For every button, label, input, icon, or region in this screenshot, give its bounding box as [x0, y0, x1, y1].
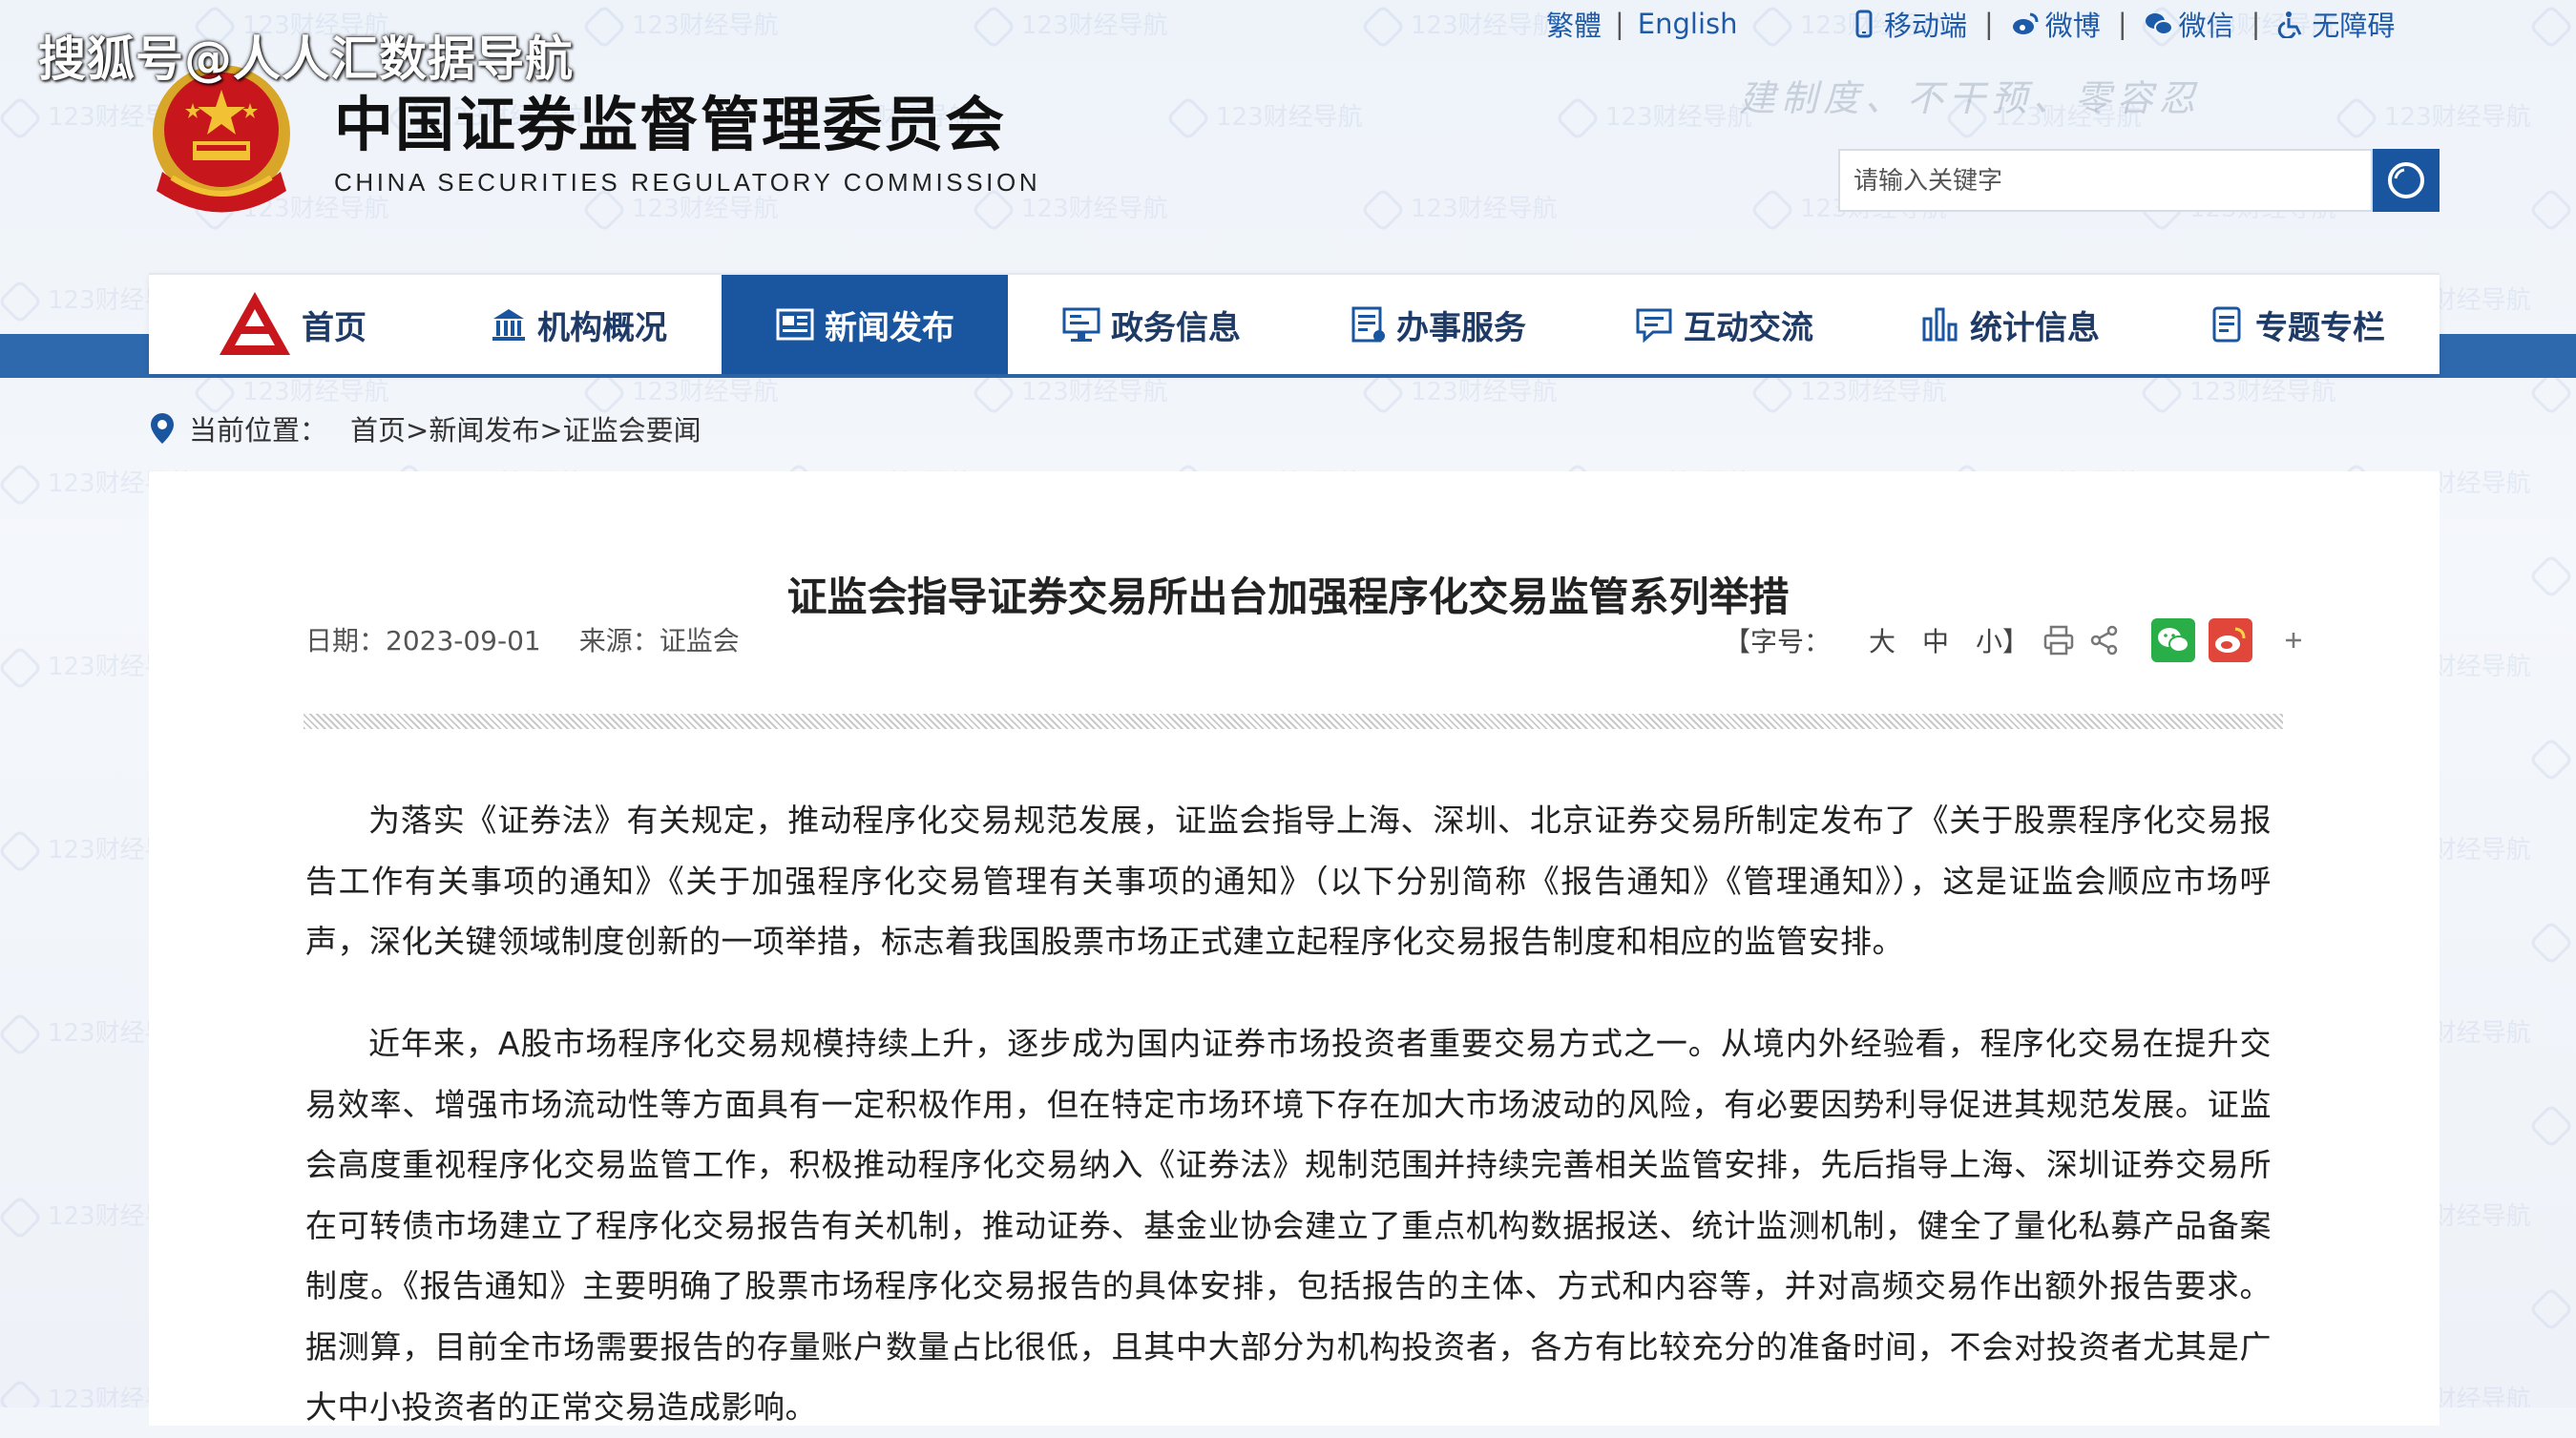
breadcrumb-path[interactable]: 首页>新闻发布>证监会要闻: [350, 408, 702, 448]
nav-item-label: 新闻发布: [825, 308, 954, 347]
nav-item-label: 政务信息: [1111, 308, 1241, 347]
share-weibo-button[interactable]: [2209, 618, 2253, 662]
wechat-share-icon: [2158, 628, 2190, 653]
utility-separator: |: [2117, 8, 2127, 40]
title-divider: [304, 714, 2283, 729]
wechat-link[interactable]: 微信: [2145, 4, 2234, 44]
nav-item-label: 统计信息: [1970, 308, 2100, 347]
font-size-label: 【字号：: [1724, 626, 1832, 657]
accessibility-link[interactable]: 无障碍: [2277, 4, 2395, 44]
mobile-icon: [1855, 10, 1873, 38]
nav-item-label: 首页: [302, 308, 367, 347]
nav-item-statistics[interactable]: 统计信息: [1867, 275, 2153, 374]
mobile-link-label: 移动端: [1884, 10, 1968, 42]
nav-item-interaction[interactable]: 互动交流: [1581, 275, 1867, 374]
slogan: 建制度、不干预、零容忍: [1739, 77, 2202, 119]
building-icon: [492, 309, 525, 341]
source-watermark: 搜狐号@人人汇数据导航: [38, 31, 574, 87]
nav-item-label: 机构概况: [537, 308, 667, 347]
weibo-link-label: 微博: [2044, 10, 2101, 42]
article-tools: 【字号： 大 中 小】: [1724, 618, 2310, 662]
nav-item-label: 办事服务: [1396, 308, 1526, 347]
print-icon[interactable]: [2042, 624, 2075, 656]
nav-item-about[interactable]: 机构概况: [435, 275, 722, 374]
nav-item-news[interactable]: 新闻发布: [722, 275, 1008, 374]
font-size-small[interactable]: 小】: [1976, 621, 2029, 659]
share-icon[interactable]: [2088, 624, 2121, 656]
utility-separator: |: [2251, 8, 2261, 40]
article-paragraph: 近年来，A股市场程序化交易规模持续上升，逐步成为国内证券市场投资者重要交易方式之…: [305, 1025, 2272, 1426]
wechat-icon: [2145, 13, 2173, 35]
news-icon: [776, 308, 814, 341]
nav-item-government[interactable]: 政务信息: [1008, 275, 1294, 374]
breadcrumb: 当前位置： 首页>新闻发布>证监会要闻: [149, 408, 702, 448]
document-icon: [2212, 306, 2241, 343]
plus-icon[interactable]: [2277, 624, 2310, 656]
search-button[interactable]: [2373, 149, 2440, 212]
lang-separator: |: [1615, 8, 1624, 40]
breadcrumb-prefix: 当前位置：: [189, 414, 328, 447]
weibo-share-icon: [2215, 627, 2246, 653]
home-logo-icon: [220, 292, 290, 355]
article-meta: 日期：2023-09-01 来源：证监会: [305, 620, 740, 658]
weibo-link[interactable]: 微博: [2011, 4, 2101, 44]
weibo-icon: [2012, 12, 2039, 34]
lang-english-link[interactable]: English: [1638, 8, 1738, 40]
search-input[interactable]: [1840, 151, 2390, 212]
article-source: 来源：证监会: [578, 625, 740, 656]
article-title: 证监会指导证券交易所出台加强程序化交易监管系列举措: [786, 573, 1790, 620]
monitor-icon: [1062, 307, 1100, 342]
site-logo-subtitle: CHINA SECURITIES REGULATORY COMMISSION: [334, 168, 1041, 197]
utility-links: 移动端 | 微博 | 微信 | 无障碍: [1850, 4, 2395, 44]
mobile-link[interactable]: 移动端: [1850, 4, 1967, 44]
nav-item-home[interactable]: 首页: [149, 275, 435, 374]
utility-separator: |: [1984, 8, 1994, 40]
main-nav: 首页 机构概况 新闻发布 政务信息 办事服务 互动交流 统计信息 专题专栏: [149, 273, 2440, 374]
nav-item-topics[interactable]: 专题专栏: [2153, 275, 2440, 374]
lang-traditional-link[interactable]: 繁體: [1546, 4, 1602, 44]
accessibility-link-label: 无障碍: [2312, 10, 2396, 42]
article-paragraph: 为落实《证券法》有关规定，推动程序化交易规范发展，证监会指导上海、深圳、北京证券…: [305, 802, 2272, 960]
wechat-link-label: 微信: [2178, 10, 2234, 42]
nav-item-label: 互动交流: [1684, 308, 1813, 347]
service-icon: [1351, 306, 1385, 343]
language-links: 繁體 | English: [1546, 4, 1738, 44]
font-size-medium[interactable]: 中: [1922, 621, 1949, 659]
accessibility-icon: [2278, 11, 2302, 38]
bar-chart-icon: [1922, 307, 1958, 342]
nav-item-services[interactable]: 办事服务: [1294, 275, 1581, 374]
location-pin-icon: [151, 413, 174, 444]
chat-icon: [1636, 308, 1672, 344]
font-size-large[interactable]: 大: [1869, 621, 1895, 659]
share-wechat-button[interactable]: [2151, 618, 2196, 662]
search-box: [1838, 149, 2390, 212]
nav-item-label: 专题专栏: [2255, 308, 2385, 347]
article-date: 日期：2023-09-01: [305, 625, 541, 656]
search-icon: [2388, 162, 2424, 198]
